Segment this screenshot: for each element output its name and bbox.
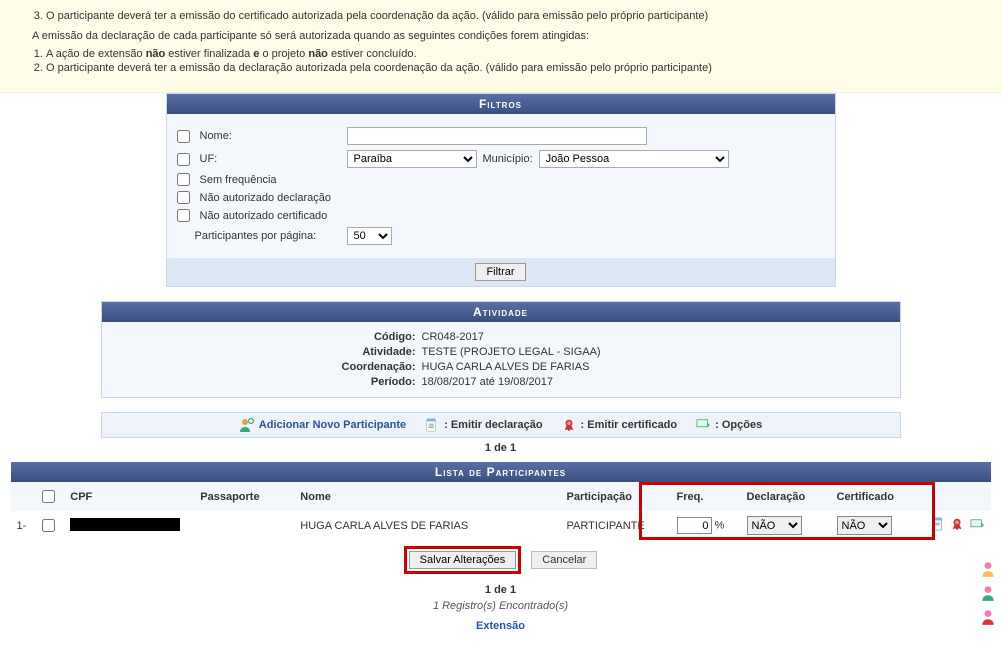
notice-intro2: A emissão da declaração de cada particip… <box>32 30 981 42</box>
side-user-red-icon[interactable] <box>979 608 997 626</box>
participants-table: CPF Passaporte Nome Participação Freq. D… <box>11 482 991 540</box>
filter-naodecl-checkbox[interactable] <box>177 191 190 204</box>
filter-uf-checkbox[interactable] <box>177 153 190 166</box>
side-user-orange-icon[interactable] <box>979 560 997 578</box>
document-icon <box>424 417 440 433</box>
filter-municipio-label: Município: <box>483 153 533 165</box>
periodo-value: 18/08/2017 até 19/08/2017 <box>422 376 890 388</box>
row-passaporte <box>194 511 294 540</box>
filter-button[interactable]: Filtrar <box>475 263 525 281</box>
filter-municipio-select[interactable]: João Pessoa <box>539 150 729 168</box>
row-declaracao-select[interactable]: NÃO <box>747 516 802 535</box>
notice-box: O participante deverá ter a emissão do c… <box>0 0 1001 93</box>
cpf-redacted <box>70 518 180 531</box>
th-declaracao: Declaração <box>741 482 831 511</box>
row-freq-suffix: % <box>715 520 725 532</box>
row-nome: HUGA CARLA ALVES DE FARIAS <box>294 511 560 540</box>
filter-uf-text: UF: <box>200 153 218 165</box>
cancel-button[interactable]: Cancelar <box>531 551 597 569</box>
extensao-link[interactable]: Extensão <box>476 620 525 632</box>
filter-naodecl-label[interactable]: Não autorizado declaração <box>177 191 331 204</box>
filter-naocert-text: Não autorizado certificado <box>200 210 328 222</box>
codigo-label: Código: <box>112 331 422 343</box>
notice-top-list: O participante deverá ter a emissão do c… <box>46 10 981 22</box>
coordenacao-label: Coordenação: <box>112 361 422 373</box>
atividade-value: TESTE (PROJETO LEGAL - SIGAA) <box>422 346 890 358</box>
coordenacao-value: HUGA CARLA ALVES DE FARIAS <box>422 361 890 373</box>
notice-bottom-list: A ação de extensão não estiver finalizad… <box>46 48 981 74</box>
add-participant-link[interactable]: Adicionar Novo Participante <box>259 419 406 431</box>
filtros-title: Filtros <box>167 94 835 114</box>
table-row: 1- HUGA CARLA ALVES DE FARIAS PARTICIPAN… <box>11 511 991 540</box>
row-options-icon[interactable] <box>969 517 985 533</box>
pager-top: 1 de 1 <box>0 442 1001 454</box>
filter-nome-text: Nome: <box>200 130 232 142</box>
buttons-row: Salvar Alterações Cancelar <box>0 540 1001 580</box>
filter-naodecl-text: Não autorizado declaração <box>200 192 331 204</box>
records-found: 1 Registro(s) Encontrado(s) <box>0 600 1001 612</box>
user-add-icon <box>239 417 255 433</box>
notice-bottom-item-1: A ação de extensão não estiver finalizad… <box>46 48 981 60</box>
side-icons <box>979 560 997 626</box>
th-certificado: Certificado <box>831 482 921 511</box>
filtros-section: Filtros Nome: UF: Paraíba Município: <box>166 93 836 287</box>
th-freq: Freq. <box>671 482 741 511</box>
row-freq-input[interactable] <box>677 517 712 534</box>
filter-uf-label[interactable]: UF: <box>177 153 347 166</box>
row-document-icon[interactable] <box>930 516 946 532</box>
filter-semfreq-label[interactable]: Sem frequência <box>177 173 277 186</box>
highlight-box-save: Salvar Alterações <box>404 546 522 574</box>
filter-nome-checkbox[interactable] <box>177 130 190 143</box>
filter-nome-input[interactable] <box>347 127 647 145</box>
filter-perpage-label: Participantes por página: <box>177 230 347 242</box>
notice-top-item: O participante deverá ter a emissão do c… <box>46 10 981 22</box>
periodo-label: Período: <box>112 376 422 388</box>
list-section: Lista de Participantes CPF Passaporte No… <box>11 462 991 540</box>
legend-bar: Adicionar Novo Participante : Emitir dec… <box>101 412 901 438</box>
filter-naocert-checkbox[interactable] <box>177 209 190 222</box>
pager-bottom: 1 de 1 <box>0 584 1001 596</box>
select-all-checkbox[interactable] <box>42 490 55 503</box>
atividade-section: Atividade Código:CR048-2017 Atividade:TE… <box>101 301 901 398</box>
filter-perpage-select[interactable]: 50 <box>347 227 392 245</box>
th-passaporte: Passaporte <box>194 482 294 511</box>
row-ribbon-icon[interactable] <box>949 516 965 532</box>
row-cpf <box>64 511 194 540</box>
th-checkbox[interactable] <box>32 482 64 511</box>
save-button[interactable]: Salvar Alterações <box>409 551 517 569</box>
opcoes-label: : Opções <box>715 419 762 431</box>
row-checkbox[interactable] <box>42 519 55 532</box>
th-actions <box>921 482 991 511</box>
filter-naocert-label[interactable]: Não autorizado certificado <box>177 209 328 222</box>
codigo-value: CR048-2017 <box>422 331 890 343</box>
row-certificado-select[interactable]: NÃO <box>837 516 892 535</box>
emitir-declaracao-label: : Emitir declaração <box>444 419 542 431</box>
filter-nome-label[interactable]: Nome: <box>177 130 347 143</box>
ribbon-icon <box>561 417 577 433</box>
row-index: 1- <box>11 511 33 540</box>
th-nome: Nome <box>294 482 560 511</box>
options-icon <box>695 417 711 433</box>
th-cpf: CPF <box>64 482 194 511</box>
row-participacao: PARTICIPANTE <box>561 511 671 540</box>
list-title: Lista de Participantes <box>11 462 991 482</box>
th-participacao: Participação <box>561 482 671 511</box>
filter-uf-select[interactable]: Paraíba <box>347 150 477 168</box>
emitir-certificado-label: : Emitir certificado <box>581 419 678 431</box>
atividade-title: Atividade <box>102 302 900 322</box>
filter-semfreq-checkbox[interactable] <box>177 173 190 186</box>
notice-bottom-item-2: O participante deverá ter a emissão da d… <box>46 62 981 74</box>
filter-semfreq-text: Sem frequência <box>200 174 277 186</box>
atividade-label: Atividade: <box>112 346 422 358</box>
side-user-green-icon[interactable] <box>979 584 997 602</box>
th-idx <box>11 482 33 511</box>
